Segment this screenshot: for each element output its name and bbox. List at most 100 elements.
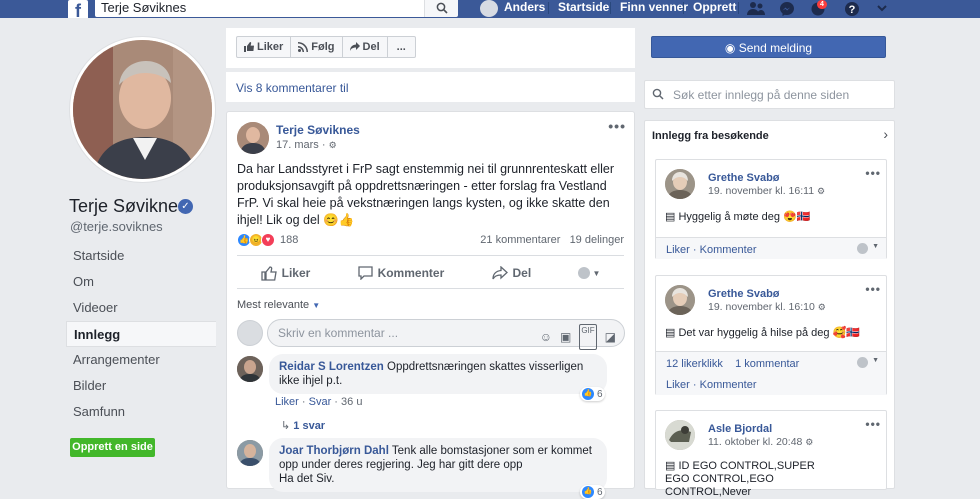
- comment-count-link[interactable]: 21 kommentarer: [480, 234, 560, 246]
- card-footer: Liker · Kommenter: [656, 373, 886, 395]
- comment-author-avatar[interactable]: [237, 356, 263, 382]
- comment-author-name[interactable]: Reidar S Lorentzen: [279, 361, 384, 373]
- comment-sort-dropdown[interactable]: Mest relevante ▼: [237, 299, 320, 311]
- create-page-button[interactable]: Opprett en side: [70, 438, 155, 457]
- reaction-summary[interactable]: 👍 😠 ♥ 188: [237, 233, 298, 247]
- view-more-comments-link[interactable]: Vis 8 kommentarer til: [226, 72, 635, 102]
- left-nav-item-videos[interactable]: Videoer: [66, 295, 216, 321]
- chevron-down-icon[interactable]: ▼: [872, 243, 879, 250]
- nav-create-link[interactable]: Opprett: [693, 0, 736, 18]
- more-dots-icon: ...: [396, 41, 406, 53]
- card-comment-link[interactable]: Kommenter: [700, 244, 757, 256]
- share-count-link[interactable]: 19 delinger: [570, 234, 624, 246]
- page-handle[interactable]: @terje.soviknes: [70, 219, 163, 234]
- facebook-logo-icon[interactable]: f: [68, 0, 88, 18]
- comment-bubble: Joar Thorbjørn Dahl Tenk alle bomstasjon…: [269, 438, 607, 492]
- visitor-posts-title[interactable]: Innlegg fra besøkende: [652, 130, 769, 142]
- post-options-icon[interactable]: •••: [608, 118, 626, 134]
- visitor-name[interactable]: Grethe Svabø: [708, 288, 780, 300]
- nav-separator: [610, 2, 611, 14]
- card-options-icon[interactable]: •••: [865, 417, 881, 431]
- visitor-avatar[interactable]: [665, 285, 695, 315]
- card-comment-link[interactable]: Kommenter: [700, 379, 757, 391]
- chevron-down-icon: ▼: [592, 268, 601, 278]
- user-avatar[interactable]: [480, 0, 498, 17]
- post-author-avatar[interactable]: [237, 122, 269, 154]
- left-nav-item-home[interactable]: Startside: [66, 243, 216, 269]
- left-nav-item-events[interactable]: Arrangementer: [66, 347, 216, 373]
- post-like-label: Liker: [281, 266, 311, 280]
- card-options-icon[interactable]: •••: [865, 282, 881, 296]
- chevron-down-icon[interactable]: ▼: [872, 357, 879, 364]
- visitor-post-date[interactable]: 19. november kl. 16:11 ⚙: [708, 185, 825, 197]
- post-share-button[interactable]: Del: [491, 266, 531, 280]
- comment-like-count[interactable]: 👍 6: [580, 387, 605, 401]
- nav-home-link[interactable]: Startside: [558, 0, 609, 18]
- comment-input[interactable]: Skriv en kommentar ... ☺ ▣ GIF ◪: [267, 319, 625, 350]
- top-navigation-bar: f Terje Søviknes Anders Startside Finn v…: [0, 0, 980, 18]
- visitor-name[interactable]: Grethe Svabø: [708, 172, 780, 184]
- page-post-search-input[interactable]: Søk etter innlegg på denne siden: [644, 80, 895, 109]
- share-outline-icon: [491, 266, 508, 280]
- caret-down-icon: ▼: [312, 301, 321, 310]
- card-audience-icon[interactable]: [857, 243, 868, 254]
- visitor-post-date[interactable]: 19. november kl. 16:10 ⚙: [708, 301, 826, 313]
- view-replies-link[interactable]: ↳ 1 svar: [281, 419, 325, 432]
- search-button[interactable]: [424, 0, 458, 17]
- page-follow-label: Følg: [311, 41, 335, 53]
- comment-like-count[interactable]: 👍 6: [580, 485, 605, 499]
- visitor-post-date[interactable]: 11. oktober kl. 20:48 ⚙: [708, 436, 813, 448]
- visitor-avatar[interactable]: [665, 169, 695, 199]
- card-options-icon[interactable]: •••: [865, 166, 881, 180]
- page-share-button[interactable]: Del: [343, 37, 388, 57]
- account-menu-chevron-down-icon[interactable]: [876, 0, 888, 18]
- visitor-post-text: ▤ ID EGO CONTROL,SUPER EGO CONTROL,EGO C…: [665, 460, 815, 498]
- divider: [237, 288, 624, 289]
- post-like-button[interactable]: Liker: [260, 265, 311, 281]
- card-like-link[interactable]: Liker: [666, 244, 690, 256]
- visitor-post-card: Grethe Svabø 19. november kl. 16:11 ⚙ ••…: [655, 159, 887, 259]
- camera-icon[interactable]: ▣: [560, 324, 571, 350]
- profile-picture[interactable]: [70, 37, 215, 182]
- card-like-link[interactable]: Liker: [666, 379, 690, 391]
- visitor-avatar[interactable]: [665, 420, 695, 450]
- post-icon: ▤: [665, 211, 676, 223]
- gif-icon[interactable]: GIF: [579, 324, 597, 350]
- messenger-icon: ◉: [724, 41, 736, 55]
- card-likes-count[interactable]: 12 likerklikk: [666, 358, 723, 370]
- nav-profile-link[interactable]: Anders: [504, 0, 545, 18]
- chevron-right-icon[interactable]: ›: [883, 126, 888, 142]
- card-audience-icon[interactable]: [857, 357, 868, 368]
- left-nav-item-about[interactable]: Om: [66, 269, 216, 295]
- help-icon[interactable]: ?: [844, 0, 860, 18]
- nav-find-friends-link[interactable]: Finn venner: [620, 0, 688, 18]
- card-comment-count[interactable]: 1 kommentar: [735, 358, 799, 370]
- left-nav-item-community[interactable]: Samfunn: [66, 399, 216, 425]
- comment-author-name[interactable]: Joar Thorbjørn Dahl: [279, 445, 389, 457]
- sticker-icon[interactable]: ◪: [605, 324, 616, 350]
- visitor-name[interactable]: Asle Bjordal: [708, 423, 772, 435]
- page-like-button[interactable]: Liker: [237, 37, 292, 57]
- author-photo-image: [237, 122, 269, 154]
- comment-reply-link[interactable]: Svar: [309, 396, 332, 408]
- comment-like-link[interactable]: Liker: [275, 396, 299, 408]
- send-message-button[interactable]: ◉ Send melding: [651, 36, 886, 58]
- globe-icon: ⚙: [817, 302, 826, 312]
- emoji-icon[interactable]: ☺: [540, 324, 552, 350]
- post-comment-button[interactable]: Kommenter: [357, 266, 445, 280]
- post-author-name[interactable]: Terje Søviknes: [276, 123, 360, 137]
- comment-age[interactable]: 36 u: [341, 396, 362, 408]
- post-comment-label: Kommenter: [377, 266, 445, 280]
- page-more-button[interactable]: ...: [388, 37, 415, 57]
- search-input[interactable]: Terje Søviknes: [95, 0, 424, 17]
- messenger-icon[interactable]: [779, 0, 795, 18]
- love-reaction-icon: ♥: [261, 233, 275, 247]
- post-date[interactable]: 17. mars · ⚙: [276, 139, 337, 151]
- comment-author-avatar[interactable]: [237, 440, 263, 466]
- page-follow-button[interactable]: Følg: [291, 37, 343, 57]
- left-nav-item-photos[interactable]: Bilder: [66, 373, 216, 399]
- friend-requests-icon[interactable]: [747, 0, 765, 18]
- post-audience-selector[interactable]: ▼: [578, 267, 600, 279]
- search-icon: [652, 88, 664, 100]
- left-nav-item-posts[interactable]: Innlegg: [66, 321, 216, 347]
